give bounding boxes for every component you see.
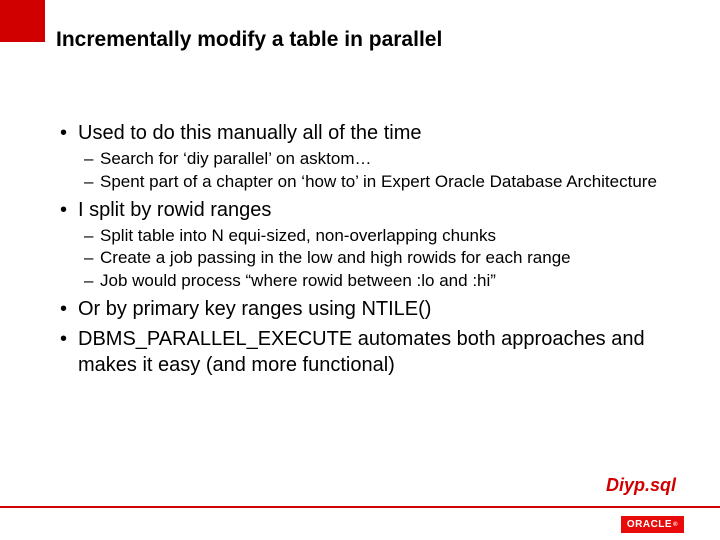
sub-item: Search for ‘diy parallel’ on asktom… xyxy=(78,148,680,170)
sub-list: Split table into N equi-sized, non-overl… xyxy=(78,225,680,292)
sub-item: Split table into N equi-sized, non-overl… xyxy=(78,225,680,247)
sub-item: Spent part of a chapter on ‘how to’ in E… xyxy=(78,171,680,193)
bullet-item: I split by rowid ranges Split table into… xyxy=(56,197,680,292)
slide-title: Incrementally modify a table in parallel xyxy=(56,28,442,52)
bullet-list: Used to do this manually all of the time… xyxy=(56,120,680,378)
oracle-logo: ORACLE® xyxy=(621,514,684,533)
footer-divider xyxy=(0,506,720,508)
accent-block xyxy=(0,0,45,42)
sub-list: Search for ‘diy parallel’ on asktom… Spe… xyxy=(78,148,680,193)
bullet-item: Or by primary key ranges using NTILE() xyxy=(56,296,680,322)
logo-box: ORACLE® xyxy=(621,516,684,533)
bullet-item: Used to do this manually all of the time… xyxy=(56,120,680,193)
logo-text: ORACLE xyxy=(627,519,672,530)
slide-body: Used to do this manually all of the time… xyxy=(56,120,680,382)
bullet-text: I split by rowid ranges xyxy=(78,199,271,221)
footer-filename: Diyp.sql xyxy=(606,475,676,496)
sub-item: Job would process “where rowid between :… xyxy=(78,270,680,292)
slide: Incrementally modify a table in parallel… xyxy=(0,0,720,540)
bullet-item: DBMS_PARALLEL_EXECUTE automates both app… xyxy=(56,326,680,378)
registered-mark: ® xyxy=(673,522,678,528)
bullet-text: Used to do this manually all of the time xyxy=(78,122,422,144)
sub-item: Create a job passing in the low and high… xyxy=(78,247,680,269)
